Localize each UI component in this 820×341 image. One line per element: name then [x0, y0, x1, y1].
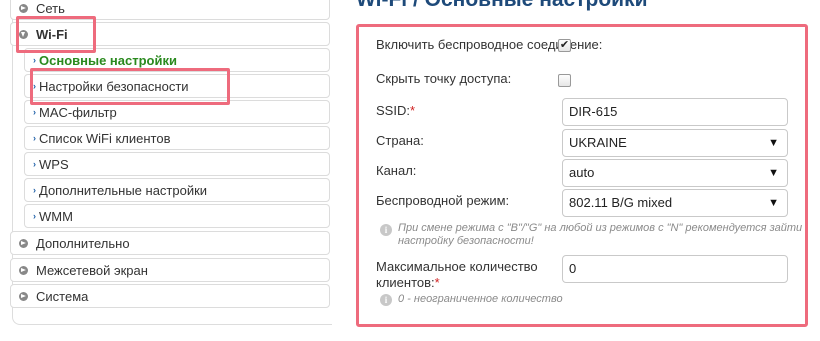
highlight-box-security	[30, 68, 230, 105]
sidebar-item-label: WPS	[39, 156, 69, 172]
ssid-input[interactable]: DIR-615	[562, 98, 788, 126]
circle-arrow-right-icon	[19, 265, 28, 275]
sidebar-item-label: Дополнительные настройки	[39, 182, 208, 198]
sidebar-item-wps[interactable]: › WPS	[24, 152, 330, 176]
hide-ap-checkbox[interactable]	[558, 74, 571, 87]
country-select-value: UKRAINE	[569, 135, 627, 150]
sidebar-item-label: Дополнительно	[36, 235, 130, 251]
channel-select[interactable]: auto ▼	[562, 159, 788, 187]
max-clients-label: Максимальное количество клиентов:*	[376, 259, 556, 291]
mode-change-hint: При смене режима с "B"/"G" на любой из р…	[398, 222, 803, 234]
country-label: Страна:	[376, 133, 424, 148]
chevron-right-icon: ›	[33, 133, 36, 143]
sidebar-item-label: WMM	[39, 208, 73, 224]
hide-ap-label: Скрыть точку доступа:	[376, 71, 512, 86]
sidebar-item-label: Система	[36, 288, 89, 304]
sidebar-item-label: MAC-фильтр	[39, 104, 117, 120]
sidebar-item-label: Список WiFi клиентов	[39, 130, 171, 146]
wireless-mode-label: Беспроводной режим:	[376, 193, 510, 208]
sidebar-item-label: Межсетевой экран	[36, 262, 148, 278]
info-icon: i	[380, 294, 392, 306]
circle-arrow-right-icon	[19, 238, 28, 248]
sidebar-item-system[interactable]: Система	[10, 284, 330, 308]
enable-wireless-checkbox[interactable]: ✔	[558, 39, 571, 52]
wireless-mode-select-value: 802.11 B/G mixed	[569, 195, 673, 210]
circle-arrow-right-icon	[19, 3, 28, 13]
chevron-right-icon: ›	[33, 185, 36, 195]
sidebar-item-firewall[interactable]: Межсетевой экран	[10, 258, 330, 282]
max-clients-label-text: Максимальное количество клиентов:	[376, 259, 538, 290]
sidebar-item-wifi-clients[interactable]: › Список WiFi клиентов	[24, 126, 330, 150]
required-mark: *	[434, 275, 440, 290]
mode-change-hint-line2: настройку безопасности!	[398, 235, 534, 247]
ssid-label: SSID:*	[376, 103, 415, 119]
ssid-label-text: SSID:	[376, 103, 410, 118]
sidebar-item-advanced[interactable]: Дополнительно	[10, 231, 330, 255]
chevron-right-icon: ›	[33, 107, 36, 117]
sidebar-item-advanced-settings[interactable]: › Дополнительные настройки	[24, 178, 330, 202]
circle-arrow-right-icon	[19, 291, 28, 301]
info-icon: i	[380, 224, 392, 236]
wireless-mode-select[interactable]: 802.11 B/G mixed ▼	[562, 189, 788, 217]
chevron-right-icon: ›	[33, 55, 36, 65]
dropdown-arrow-icon: ▼	[768, 197, 779, 209]
required-mark: *	[409, 103, 416, 118]
sidebar-item-wmm[interactable]: › WMM	[24, 204, 330, 228]
dropdown-arrow-icon: ▼	[768, 167, 779, 179]
dropdown-arrow-icon: ▼	[768, 137, 779, 149]
page-title: Wi-Fi / Основные настройки	[356, 0, 648, 12]
sidebar-item-label: Основные настройки	[39, 52, 177, 68]
highlight-box-wifi	[16, 16, 96, 53]
chevron-right-icon: ›	[33, 159, 36, 169]
max-clients-input[interactable]: 0	[562, 255, 788, 283]
chevron-right-icon: ›	[33, 211, 36, 221]
sidebar-item-label: Сеть	[36, 0, 65, 16]
country-select[interactable]: UKRAINE ▼	[562, 129, 788, 157]
channel-select-value: auto	[569, 165, 595, 180]
channel-label: Канал:	[376, 163, 417, 178]
max-clients-hint: 0 - неограниченное количество	[398, 293, 563, 305]
